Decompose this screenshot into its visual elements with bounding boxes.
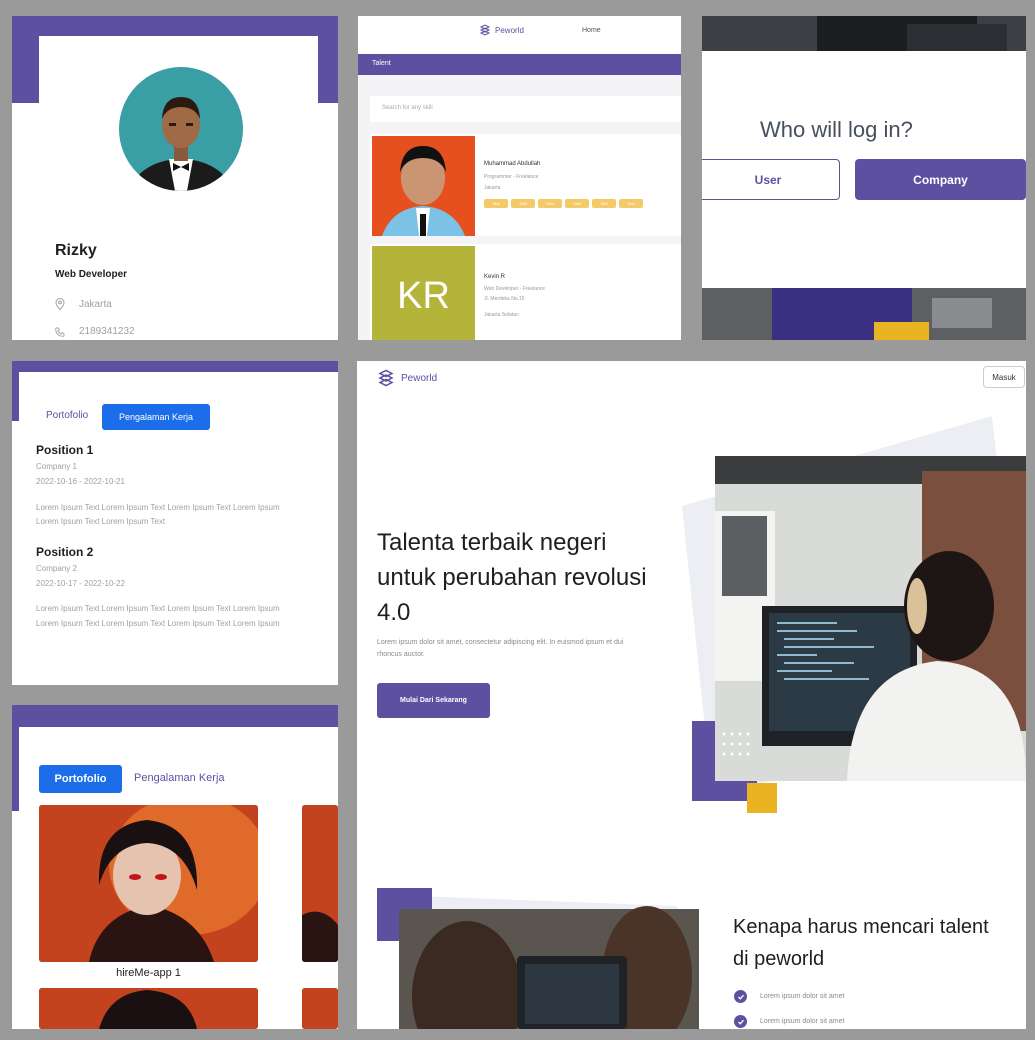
section-heading: Kenapa harus mencari talent di peworld	[733, 911, 1026, 975]
portfolio-image[interactable]	[39, 805, 258, 962]
benefit-item: Lorem ipsum dolor sit amet	[734, 990, 844, 1003]
talent-location: Jakarta	[484, 185, 501, 191]
background-photo-top	[702, 16, 1026, 51]
phone-icon	[55, 327, 65, 337]
title-bar-label: Talent	[372, 60, 391, 67]
peworld-logo-icon	[479, 24, 491, 36]
position-title: Position 2	[36, 545, 94, 559]
profile-card: Rizky Web Developer Jakarta 2189341232	[39, 36, 318, 340]
background-photo-bottom	[702, 288, 1026, 340]
talent-card[interactable]: Muhammad Abdullah Programmer - Freelance…	[370, 134, 681, 236]
section-heading-line-2: di peworld	[733, 948, 825, 970]
section-heading-line-1: Kenapa harus mencari talent	[733, 916, 989, 938]
profile-panel: Rizky Web Developer Jakarta 2189341232	[12, 16, 338, 340]
benefit-text: Lorem ipsum dolor sit amet	[760, 1018, 845, 1025]
user-login-button[interactable]: User	[702, 159, 840, 200]
profile-location: Jakarta	[79, 298, 112, 310]
portfolio-caption: hireMe-app 1	[116, 967, 181, 979]
talent-role: Programmer - Freelance	[484, 174, 539, 180]
position-company: Company 2	[36, 564, 77, 573]
section-illustration	[377, 888, 699, 1029]
tab-experience[interactable]: Pengalaman Kerja	[102, 404, 210, 430]
check-icon	[734, 1015, 747, 1028]
portfolio-panel: Portofolio Pengalaman Kerja hireMe-app 1	[12, 705, 338, 1029]
profile-role: Web Developer	[55, 269, 128, 280]
hero-lead: Lorem ipsum dolor sit amet, consectetur …	[377, 639, 624, 658]
map-pin-icon	[55, 298, 65, 310]
tab-portfolio[interactable]: Portofolio	[39, 765, 122, 793]
title-bar: Talent	[358, 54, 681, 75]
position-description: Lorem Ipsum Text Lorem Ipsum Text Lorem …	[36, 604, 280, 613]
benefit-item: Lorem ipsum dolor sit amet	[734, 1015, 844, 1028]
avatar	[119, 67, 243, 191]
skill-badge: Skill	[565, 199, 589, 208]
company-login-button[interactable]: Company	[855, 159, 1026, 200]
hero-headline: Talenta terbaik negeri untuk perubahan r…	[377, 529, 647, 626]
talent-name: Muhammad Abdullah	[484, 161, 541, 167]
brand-name: Peworld	[401, 372, 438, 384]
talent-location: Jl. Merdeka No.15	[484, 296, 525, 302]
position-description: Lorem Ipsum Text Lorem Ipsum Text Lorem …	[36, 619, 280, 628]
check-icon	[734, 990, 747, 1003]
brand-name: Peworld	[495, 25, 524, 35]
talent-name: Kevin R	[484, 274, 506, 280]
talent-card[interactable]: KR Kevin R Web Developer - Freelance Jl.…	[370, 244, 681, 340]
position-title: Position 1	[36, 443, 94, 457]
login-question: Who will log in?	[760, 117, 913, 142]
tab-experience[interactable]: Pengalaman Kerja	[134, 772, 225, 784]
talent-extra: Jakarta Selatan	[484, 312, 519, 318]
portfolio-image[interactable]	[39, 988, 258, 1029]
peworld-logo-icon	[378, 369, 394, 387]
talent-role: Web Developer - Freelance	[484, 286, 546, 292]
position-dates: 2022-10-16 - 2022-10-21	[36, 477, 125, 486]
start-now-button[interactable]: Mulai Dari Sekarang	[377, 683, 490, 718]
login-choice-panel: Who will log in? User Company	[702, 16, 1026, 340]
landing-panel: Peworld Masuk Talenta terbaik negeri unt…	[357, 361, 1026, 1029]
skill-badge: Skill	[511, 199, 535, 208]
skill-badge: Skill	[619, 199, 643, 208]
skill-badge: Skill	[538, 199, 562, 208]
profile-phone-row: 2189341232	[55, 326, 135, 337]
position-description: Lorem Ipsum Text Lorem Ipsum Text Lorem …	[36, 503, 280, 512]
portfolio-image[interactable]	[302, 805, 338, 962]
skill-list: Skill Skill Skill Skill Skill Skill	[484, 199, 643, 208]
profile-location-row: Jakarta	[55, 298, 112, 310]
skill-badge: Skill	[592, 199, 616, 208]
skill-badge: Skill	[484, 199, 508, 208]
tab-portfolio[interactable]: Portofolio	[46, 410, 88, 421]
hero-illustration	[682, 416, 1026, 813]
benefit-text: Lorem ipsum dolor sit amet	[760, 993, 845, 1000]
nav-home-link[interactable]: Home	[582, 27, 601, 34]
position-dates: 2022-10-17 - 2022-10-22	[36, 579, 125, 588]
portfolio-image[interactable]	[302, 988, 338, 1029]
navbar: Peworld Home	[358, 16, 681, 54]
experience-panel: Portofolio Pengalaman Kerja Position 1 C…	[12, 361, 338, 685]
brand-logo[interactable]: Peworld	[377, 369, 437, 387]
brand-logo[interactable]: Peworld	[479, 24, 524, 36]
position-description: Lorem Ipsum Text Lorem Ipsum Text	[36, 517, 166, 526]
talent-photo	[372, 136, 475, 236]
talent-list-panel: Peworld Home Talent Search for any skill…	[358, 16, 681, 340]
login-button[interactable]: Masuk	[983, 366, 1025, 388]
search-input[interactable]: Search for any skill	[370, 96, 681, 122]
profile-name: Rizky	[55, 242, 97, 259]
position-company: Company 1	[36, 462, 77, 471]
profile-phone: 2189341232	[79, 326, 135, 337]
talent-initials-avatar: KR	[372, 246, 475, 340]
